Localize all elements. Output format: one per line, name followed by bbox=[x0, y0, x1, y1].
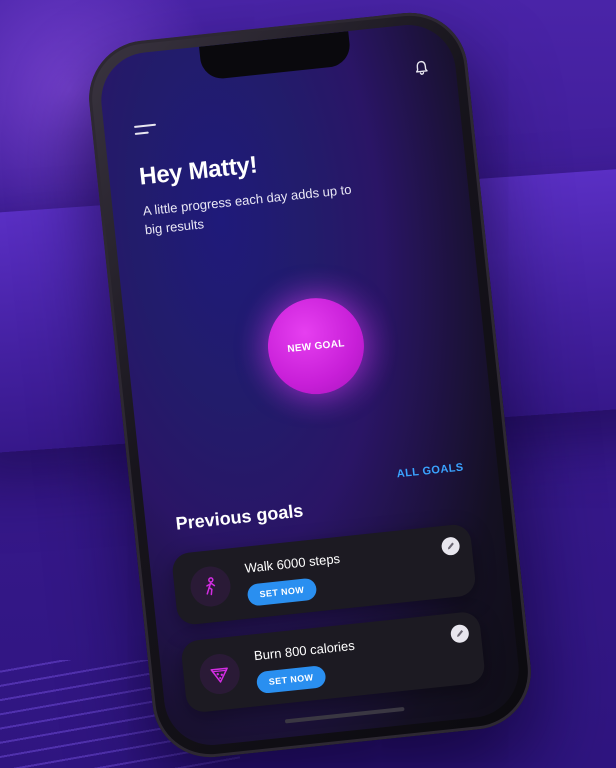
set-now-button[interactable]: SET NOW bbox=[246, 577, 318, 607]
goal-card-burn[interactable]: Burn 800 calories SET NOW bbox=[180, 610, 487, 714]
walking-person-icon bbox=[188, 564, 233, 609]
bell-icon[interactable] bbox=[413, 59, 431, 77]
previous-goals-title: Previous goals bbox=[174, 500, 305, 534]
greeting-title: Hey Matty! bbox=[137, 151, 259, 191]
all-goals-link[interactable]: ALL GOALS bbox=[396, 461, 464, 480]
pencil-icon[interactable] bbox=[449, 623, 470, 644]
phone-frame: Hey Matty! A little progress each day ad… bbox=[83, 7, 537, 763]
phone-notch bbox=[199, 31, 352, 81]
set-now-button[interactable]: SET NOW bbox=[255, 665, 327, 695]
app-screen: Hey Matty! A little progress each day ad… bbox=[96, 20, 524, 750]
hamburger-menu-icon[interactable] bbox=[133, 123, 157, 140]
pencil-icon[interactable] bbox=[440, 536, 461, 557]
pizza-slice-icon bbox=[197, 652, 242, 697]
goal-title: Burn 800 calories bbox=[253, 637, 356, 664]
goal-title: Walk 6000 steps bbox=[244, 550, 341, 576]
home-indicator bbox=[284, 706, 405, 724]
scene-background: Hey Matty! A little progress each day ad… bbox=[0, 0, 616, 768]
goal-card-walk[interactable]: Walk 6000 steps SET NOW bbox=[170, 523, 477, 627]
